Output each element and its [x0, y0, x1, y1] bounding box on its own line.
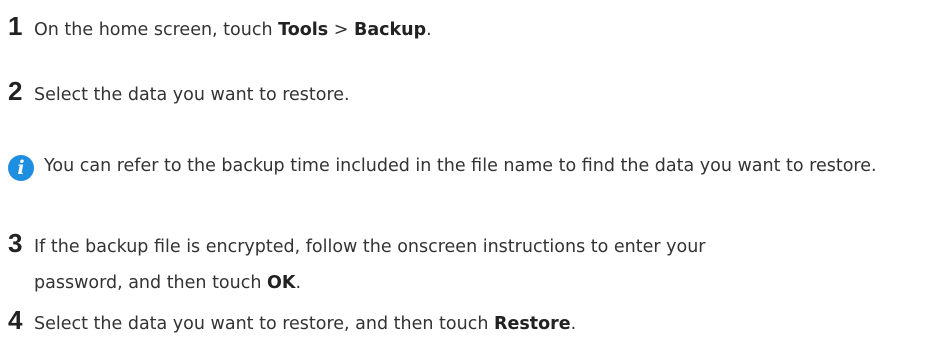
step-text: Select the data you want to restore, and… [34, 306, 931, 342]
step-1: 1 On the home screen, touch Tools > Back… [8, 8, 931, 48]
step-4: 4 Select the data you want to restore, a… [8, 302, 931, 342]
step-text-end: . [570, 314, 577, 334]
step-text-end: . [295, 273, 302, 293]
step-text: Select the data you want to restore. [34, 85, 350, 105]
step-text-line-1: If the backup file is encrypted, follow … [34, 237, 706, 257]
menu-name-backup: Backup [354, 20, 427, 40]
step-number: 2 [8, 76, 23, 106]
step-text-end: . [426, 20, 432, 40]
step-number: 3 [8, 228, 23, 258]
step-text-line-2: password, and then touch [34, 273, 268, 293]
info-icon: i [8, 155, 34, 181]
step-number: 1 [8, 11, 23, 41]
step-number: 4 [8, 305, 23, 335]
note-text: You can refer to the backup time include… [44, 156, 877, 176]
step-text-part: Select the data you want to restore, and… [34, 314, 494, 334]
button-name-restore: Restore [493, 314, 571, 334]
step-text-part: On the home screen, touch [34, 20, 279, 40]
step-text: On the home screen, touch Tools > Backup… [34, 12, 931, 48]
info-note: i You can refer to the backup time inclu… [8, 148, 931, 184]
step-text: If the backup file is encrypted, follow … [34, 229, 931, 301]
step-2: 2 Select the data you want to restore. [8, 73, 931, 113]
step-3: 3 If the backup file is encrypted, follo… [8, 225, 931, 301]
button-name-ok: OK [267, 273, 296, 293]
menu-separator: > [328, 20, 354, 40]
menu-name-tools: Tools [278, 20, 329, 40]
